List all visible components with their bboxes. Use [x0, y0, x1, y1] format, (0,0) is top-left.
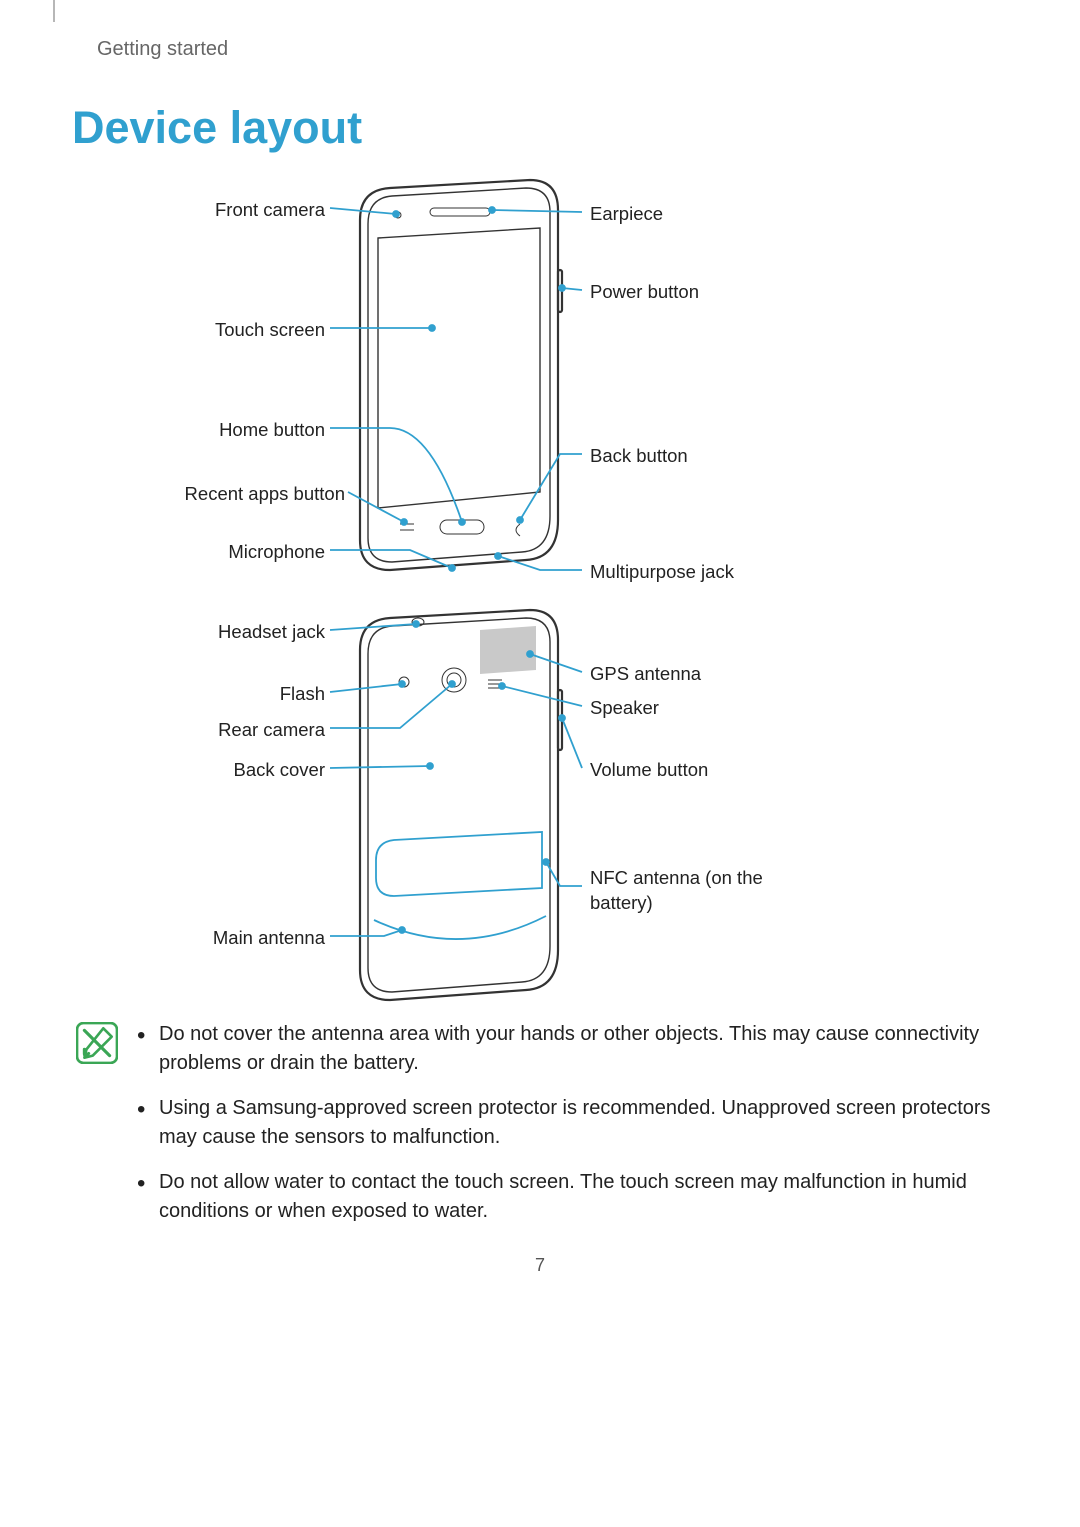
label-headset-jack: Headset jack: [130, 620, 325, 645]
note-item: Do not allow water to contact the touch …: [159, 1168, 1005, 1226]
page-number: 7: [0, 1255, 1080, 1276]
label-power-button: Power button: [590, 280, 699, 305]
label-home-button: Home button: [130, 418, 325, 443]
label-speaker: Speaker: [590, 696, 659, 721]
diagram-svg: [0, 170, 1080, 1010]
label-rear-camera: Rear camera: [130, 718, 325, 743]
label-back-button: Back button: [590, 444, 688, 469]
running-head: Getting started: [97, 38, 228, 61]
label-gps-antenna: GPS antenna: [590, 662, 701, 687]
label-flash: Flash: [130, 682, 325, 707]
page-title: Device layout: [72, 102, 362, 154]
label-touch-screen: Touch screen: [130, 318, 325, 343]
note-icon: [76, 1022, 118, 1064]
label-front-camera: Front camera: [130, 198, 325, 223]
notes-block: Do not cover the antenna area with your …: [135, 1020, 1005, 1242]
page-top-mark: [53, 0, 55, 22]
label-back-cover: Back cover: [130, 758, 325, 783]
label-earpiece: Earpiece: [590, 202, 663, 227]
label-volume-button: Volume button: [590, 758, 708, 783]
label-microphone: Microphone: [130, 540, 325, 565]
label-recent-apps: Recent apps button: [130, 482, 345, 507]
note-item: Do not cover the antenna area with your …: [159, 1020, 1005, 1078]
label-multi-jack: Multipurpose jack: [590, 560, 734, 585]
device-layout-diagram: Front camera Touch screen Home button Re…: [0, 170, 1080, 1010]
label-nfc-antenna: NFC antenna (on the battery): [590, 866, 800, 916]
label-main-antenna: Main antenna: [130, 926, 325, 951]
note-item: Using a Samsung-approved screen protecto…: [159, 1094, 1005, 1152]
